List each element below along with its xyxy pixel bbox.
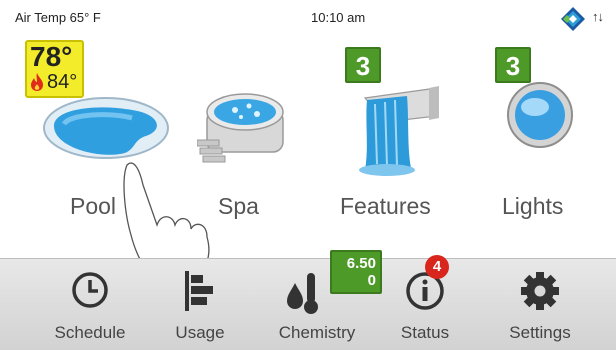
flame-icon: [31, 73, 43, 91]
clock: 10:10 am: [311, 10, 366, 25]
features-count-badge: 3: [345, 47, 381, 83]
pool-label: Pool: [70, 193, 117, 219]
pool-heater-temp: 84°: [47, 71, 78, 93]
pool-temp: 78°: [30, 41, 73, 72]
lights-tile[interactable]: 3 Lights: [480, 40, 590, 230]
status-bar: Air Temp 65° F 10:10 am ↑↓: [0, 0, 616, 38]
spa-label: Spa: [218, 193, 259, 219]
nav-status-label: Status: [400, 323, 450, 342]
gear-icon: [521, 272, 559, 310]
pool-temp-badge: 78° 84°: [25, 40, 84, 98]
nav-schedule[interactable]: Schedule: [40, 259, 140, 350]
nav-usage-label: Usage: [175, 323, 225, 342]
features-tile[interactable]: 3 Features: [330, 40, 450, 230]
water-drop-thermometer-icon: [287, 273, 318, 314]
nav-settings[interactable]: Settings: [490, 259, 590, 350]
nav-status[interactable]: Status: [380, 259, 470, 350]
nav-schedule-label: Schedule: [54, 323, 126, 342]
clock-icon: [72, 272, 108, 308]
waterfall-icon: [359, 86, 439, 176]
nav-usage[interactable]: Usage: [155, 259, 245, 350]
brand-logo-icon: [561, 7, 585, 31]
lights-label: Lights: [502, 193, 564, 219]
features-label: Features: [340, 193, 431, 219]
chemistry-ph-value: 6.50: [346, 255, 376, 272]
nav-settings-label: Settings: [509, 323, 571, 342]
spa-tile[interactable]: Spa: [185, 40, 305, 230]
air-temp-readout: Air Temp 65° F: [15, 10, 101, 25]
bottom-nav-bar: Schedule Usage Chemistry Status Settings: [0, 258, 616, 350]
nav-chemistry-label: Chemistry: [278, 323, 356, 342]
lights-count-badge: 3: [495, 47, 531, 83]
chemistry-reading-badge: 6.50 0: [330, 250, 382, 294]
spa-icon: [197, 93, 284, 163]
chemistry-orp-value: 0: [367, 272, 376, 289]
connection-arrows-icon: ↑↓: [592, 9, 604, 24]
bar-chart-icon: [185, 271, 213, 311]
light-icon: [507, 82, 573, 148]
status-alert-badge: 4: [425, 255, 449, 279]
